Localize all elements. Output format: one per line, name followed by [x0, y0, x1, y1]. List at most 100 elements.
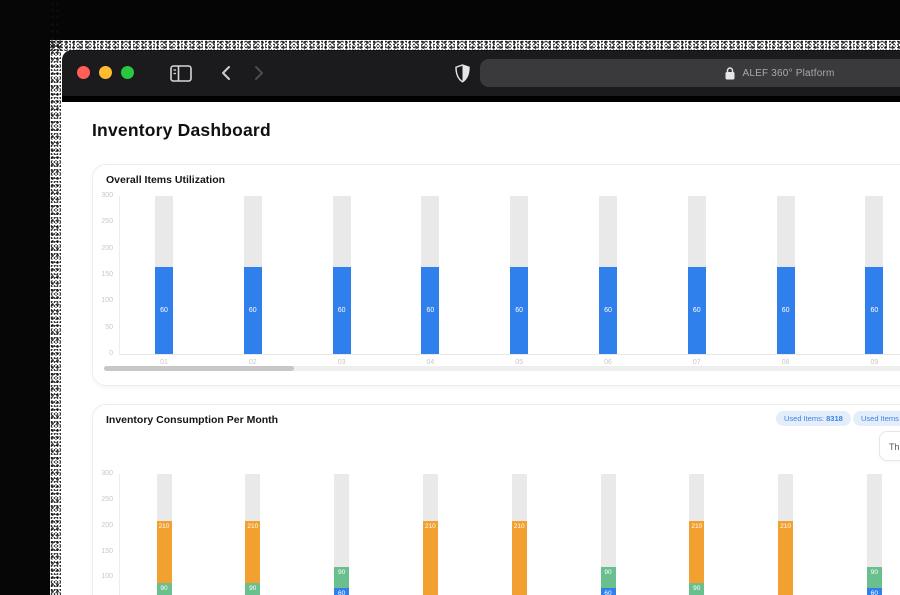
bar-value-label: 210 — [513, 522, 525, 530]
bar-value-label: 60 — [870, 589, 878, 595]
bar-value-label: 60 — [337, 307, 346, 315]
y-tick-label: 250 — [101, 495, 113, 503]
bar-value-label: 60 — [870, 307, 879, 315]
bar-value-label: 90 — [337, 569, 346, 576]
y-tick-label: 0 — [109, 350, 113, 357]
bar-value-label: 90 — [870, 569, 878, 576]
utilization-chart: 0 50 100 150 200 250 300 60 01 60 02 60 03 60 04 60 05 60… — [93, 165, 900, 385]
bar-segment-green: 90 — [156, 582, 172, 595]
bar-segment-orange: 210 — [511, 520, 527, 595]
bar-utilization: 60 — [155, 267, 173, 354]
bar-track: 60 — [687, 196, 706, 354]
y-tick-label: 300 — [101, 470, 113, 477]
browser-window: ALEF 360° Platform Inventory Dashboard O… — [62, 50, 900, 595]
bar-utilization: 60 — [421, 267, 440, 354]
y-tick-label: 250 — [101, 218, 113, 226]
shield-icon[interactable] — [448, 50, 476, 96]
bar-segment-blue: 60 — [334, 587, 350, 595]
y-tick-label: 300 — [101, 192, 113, 199]
bar-track: 60 — [155, 196, 173, 354]
y-tick-label: 150 — [101, 271, 113, 278]
card-consumption: Inventory Consumption Per Month Used Ite… — [92, 404, 900, 595]
bar-utilization: 60 — [332, 267, 351, 354]
bar-segment-orange: 210 — [778, 520, 794, 595]
bar-value-label: 210 — [424, 522, 436, 530]
bar-track: 60 — [776, 196, 795, 354]
bar-segment-orange: 210 — [245, 520, 261, 583]
page-content: Inventory Dashboard Overall Items Utiliz… — [62, 102, 900, 595]
bar-segment-green: 90 — [334, 567, 350, 588]
consumption-chart: 0501001502002503002109021090906021090210… — [93, 405, 900, 595]
bar-value-label: 60 — [692, 307, 701, 315]
bar-value-label: 60 — [781, 307, 790, 315]
minimize-button[interactable] — [99, 66, 112, 79]
close-button[interactable] — [77, 66, 90, 79]
bar-value-label: 60 — [337, 589, 346, 595]
bar-segment-green: 90 — [600, 567, 616, 588]
bar-value-label: 60 — [160, 307, 168, 315]
y-tick-label: 200 — [101, 521, 113, 529]
browser-titlebar: ALEF 360° Platform — [62, 50, 900, 96]
bar-segment-orange: 210 — [156, 520, 172, 583]
zoom-button[interactable] — [121, 66, 134, 79]
page-title: Inventory Dashboard — [92, 120, 271, 140]
bar-value-label: 90 — [693, 584, 701, 592]
bar-track: 60 — [865, 196, 884, 354]
bar-value-label: 90 — [249, 584, 257, 592]
forward-icon[interactable] — [246, 50, 272, 96]
bar-utilization: 60 — [243, 267, 262, 354]
y-axis-line — [119, 474, 120, 595]
bar-value-label: 210 — [158, 522, 170, 530]
bar-value-label: 210 — [247, 522, 259, 530]
bar-value-label: 90 — [160, 584, 168, 592]
address-bar[interactable]: ALEF 360° Platform — [480, 59, 900, 87]
bar-value-label: 60 — [604, 589, 612, 595]
bar-segment-blue: 60 — [600, 587, 616, 595]
bar-track: 60 — [599, 196, 617, 354]
bar-value-label: 90 — [604, 569, 612, 576]
bar-segment-green: 90 — [689, 582, 705, 595]
bar-value-label: 60 — [604, 307, 612, 315]
chart-scrollbar-thumb[interactable] — [104, 366, 294, 371]
bar-utilization: 60 — [599, 267, 617, 354]
x-axis-line — [119, 354, 900, 355]
bar-segment-orange: 210 — [689, 520, 705, 583]
chart-horizontal-scrollbar[interactable] — [104, 366, 900, 371]
y-tick-label: 200 — [101, 244, 113, 252]
x-tick-label: 06 — [604, 359, 612, 366]
bar-value-label: 210 — [691, 522, 703, 530]
y-tick-label: 100 — [101, 297, 113, 305]
y-tick-label: 50 — [105, 323, 113, 331]
backdrop-left-band — [0, 0, 61, 595]
bar-utilization: 60 — [687, 267, 706, 354]
x-tick-label: 03 — [337, 359, 346, 366]
bar-segment-orange: 210 — [422, 520, 438, 595]
bar-value-label: 60 — [426, 307, 435, 315]
x-tick-label: 05 — [515, 359, 524, 366]
bar-value-label: 60 — [515, 307, 524, 315]
bar-track: 60 — [332, 196, 351, 354]
window-controls — [77, 66, 134, 79]
bar-track: 60 — [510, 196, 529, 354]
bar-utilization: 60 — [510, 267, 529, 354]
x-tick-label: 09 — [870, 359, 879, 366]
bar-segment-green: 90 — [245, 582, 261, 595]
bar-segment-blue: 60 — [866, 587, 882, 595]
bar-track: 60 — [243, 196, 262, 354]
sidebar-toggle-icon[interactable] — [166, 50, 196, 96]
lock-icon — [725, 66, 735, 79]
address-text: ALEF 360° Platform — [742, 67, 835, 79]
bar-track: 60 — [421, 196, 440, 354]
x-tick-label: 08 — [781, 359, 790, 366]
back-icon[interactable] — [212, 50, 238, 96]
bar-value-label: 210 — [780, 522, 792, 530]
bar-utilization: 60 — [776, 267, 795, 354]
bar-utilization: 60 — [865, 267, 884, 354]
x-tick-label: 02 — [248, 359, 257, 366]
bar-segment-green: 90 — [866, 567, 882, 588]
y-tick-label: 150 — [101, 547, 113, 555]
x-tick-label: 01 — [160, 359, 168, 366]
backdrop-top-band — [0, 0, 900, 51]
y-tick-label: 100 — [101, 573, 113, 581]
bar-value-label: 60 — [248, 307, 257, 315]
